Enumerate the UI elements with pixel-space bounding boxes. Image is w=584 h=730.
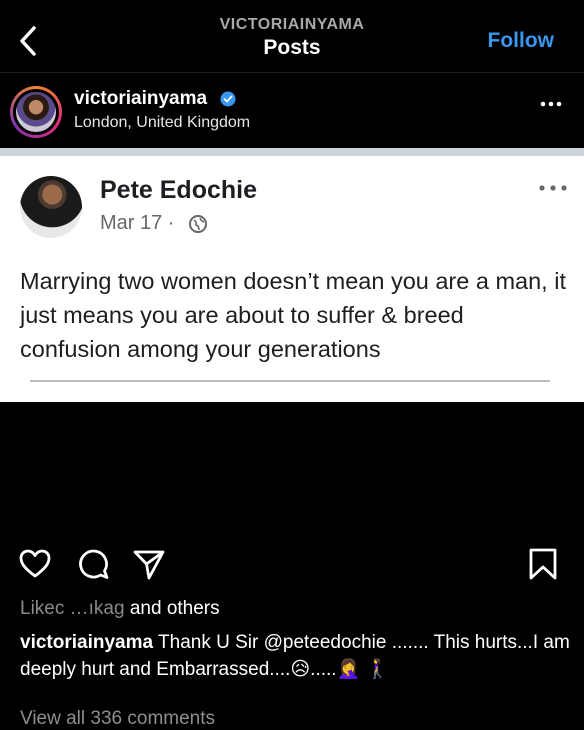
follow-button[interactable]: Follow [488,29,555,53]
fb-author-avatar [20,176,82,238]
post-caption: victoriainyama Thank U Sir @peteedochie … [20,629,570,683]
avatar-image [16,92,56,132]
bookmark-icon[interactable] [526,547,560,581]
verified-badge-icon [220,91,236,107]
post-image[interactable]: Pete Edochie Mar 17 · Marrying two women… [0,148,584,402]
fb-post-date: Mar 17 · [100,212,175,234]
more-options-icon[interactable] [540,100,562,108]
fb-post-text: Marrying two women doesn’t mean you are … [20,268,566,362]
fb-author-name: Pete Edochie [100,176,257,204]
caption-username[interactable]: victoriainyama [20,632,153,653]
avatar[interactable] [10,86,62,138]
globe-icon [189,215,207,233]
share-icon[interactable] [132,547,166,581]
comment-icon[interactable] [76,547,110,581]
liked-by-text[interactable]: Likec …ıkag and others [20,598,220,620]
post-username[interactable]: victoriainyama [74,88,207,110]
fb-more-icon [539,185,567,191]
heart-icon[interactable] [18,547,52,581]
header-divider [0,72,584,73]
post-location[interactable]: London, United Kingdom [74,114,250,132]
view-all-comments-link[interactable]: View all 336 comments [20,708,215,730]
top-bar: VICTORIAINYAMA Posts Follow [0,0,584,72]
